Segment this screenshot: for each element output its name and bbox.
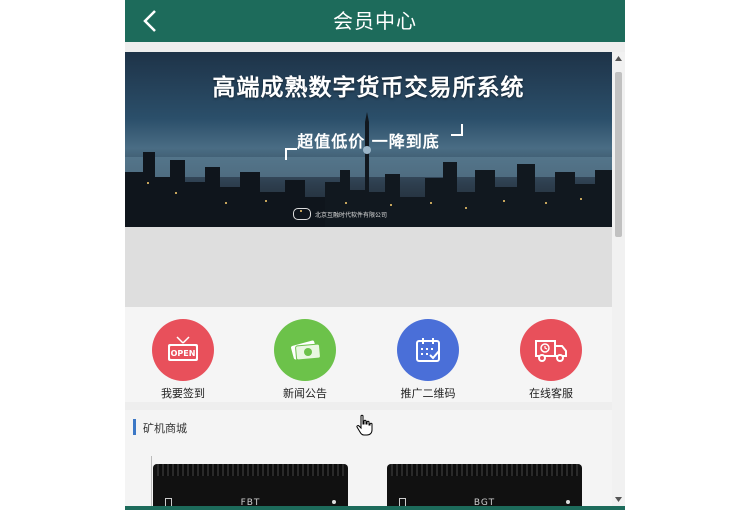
- promo-banner[interactable]: 高端成熟数字货币交易所系统 超值低价 一降到底 北京互融时代软件有限公司: [125, 52, 612, 227]
- hand-cursor-icon: [356, 414, 373, 436]
- banner-title: 高端成熟数字货币交易所系统: [212, 75, 525, 101]
- product-card[interactable]: BGT: [387, 464, 582, 510]
- main-content: 高端成熟数字货币交易所系统 超值低价 一降到底 北京互融时代软件有限公司 OPE…: [125, 52, 612, 510]
- quick-action-news[interactable]: 新闻公告: [255, 319, 355, 401]
- company-name: 北京互融时代软件有限公司: [315, 212, 388, 219]
- product-card[interactable]: FBT: [153, 464, 348, 510]
- quick-action-label: 推广二维码: [400, 387, 456, 400]
- section-title: 矿机商城: [143, 422, 187, 435]
- company-logo-icon: [293, 208, 311, 220]
- svg-text:OPEN: OPEN: [171, 349, 196, 358]
- quick-action-signin[interactable]: OPEN 我要签到: [133, 319, 233, 401]
- scroll-up-icon[interactable]: [612, 52, 625, 65]
- delivery-truck-icon: [520, 319, 582, 381]
- product-list: FBT BGT: [125, 444, 612, 510]
- quick-action-label: 新闻公告: [283, 387, 327, 400]
- open-sign-icon: OPEN: [152, 319, 214, 381]
- quick-actions: OPEN 我要签到 新闻公告 推广二维码 在线客服: [125, 307, 612, 402]
- divider: [151, 456, 152, 510]
- app-frame: 会员中心 高端成熟数字货币交易所系统 超值低价 一降到底 北京互融时代软件有限公…: [125, 0, 625, 510]
- scroll-down-icon[interactable]: [612, 493, 625, 506]
- led-icon: [566, 500, 570, 504]
- calendar-icon: [397, 319, 459, 381]
- scrollbar-thumb[interactable]: [615, 72, 622, 237]
- carousel-area: [125, 227, 612, 454]
- quick-action-qrcode[interactable]: 推广二维码: [378, 319, 478, 401]
- quick-action-label: 在线客服: [529, 387, 573, 400]
- bottom-bar: [125, 506, 625, 510]
- quick-action-label: 我要签到: [161, 387, 205, 400]
- header-bar: 会员中心: [125, 0, 625, 42]
- banner-subtitle: 超值低价 一降到底: [297, 132, 440, 151]
- scrollbar[interactable]: [612, 52, 625, 510]
- page-title: 会员中心: [333, 9, 417, 33]
- section-accent-bar: [133, 419, 136, 435]
- quick-action-support[interactable]: 在线客服: [501, 319, 601, 401]
- money-icon: [274, 319, 336, 381]
- led-icon: [332, 500, 336, 504]
